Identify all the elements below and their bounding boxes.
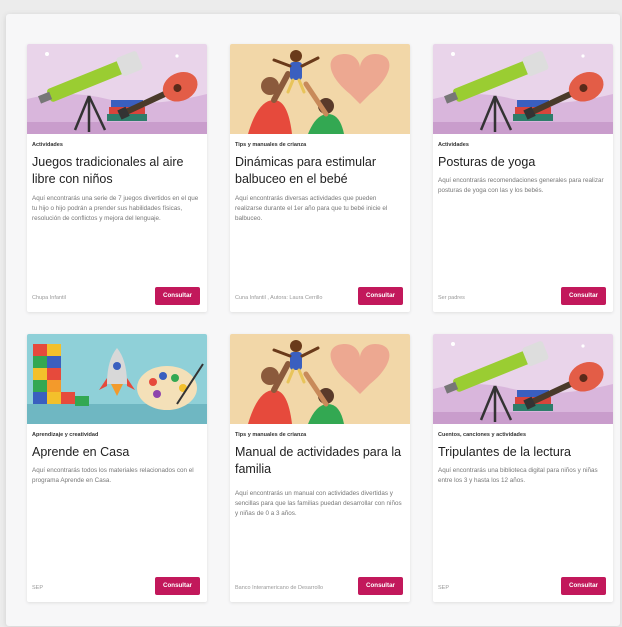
card-source: Banco Interamericano de Desarrollo xyxy=(235,585,324,591)
consult-button[interactable]: Consultar xyxy=(155,287,200,305)
resource-card: Actividades Posturas de yoga Aquí encont… xyxy=(433,44,613,312)
consult-button[interactable]: Consultar xyxy=(561,577,606,595)
card-category: Actividades xyxy=(438,142,469,148)
card-source: SEP xyxy=(438,585,450,591)
card-description: Aquí encontrarás diversas actividades qu… xyxy=(235,195,388,222)
card-source: Chupa Infantil xyxy=(32,295,66,301)
card-image-family xyxy=(230,334,410,424)
card-description: Aquí encontrarás recomendaciones general… xyxy=(438,177,604,194)
card-title[interactable]: Posturas de yoga xyxy=(438,154,610,171)
card-description: Aquí encontrarás todos los materiales re… xyxy=(32,467,194,484)
card-category: Tips y manuales de crianza xyxy=(235,432,307,438)
card-title[interactable]: Juegos tradicionales al aire libre con n… xyxy=(32,154,204,188)
card-category: Actividades xyxy=(32,142,63,148)
card-source: SEP xyxy=(32,585,44,591)
card-title[interactable]: Aprende en Casa xyxy=(32,444,204,461)
resource-card: Tips y manuales de crianza Manual de act… xyxy=(230,334,410,602)
card-image-telescope xyxy=(27,44,207,134)
resource-card: Actividades Juegos tradicionales al aire… xyxy=(27,44,207,312)
resource-card: Cuentos, canciones y actividades Tripula… xyxy=(433,334,613,602)
resource-card: Aprendizaje y creatividad Aprende en Cas… xyxy=(27,334,207,602)
card-image-telescope xyxy=(433,334,613,424)
consult-button[interactable]: Consultar xyxy=(561,287,606,305)
card-category: Aprendizaje y creatividad xyxy=(32,432,99,438)
card-image-blocks xyxy=(27,334,207,424)
resource-card: Tips y manuales de crianza Dinámicas par… xyxy=(230,44,410,312)
card-title[interactable]: Tripulantes de la lectura xyxy=(438,444,610,461)
consult-button[interactable]: Consultar xyxy=(358,577,403,595)
card-source: Cuna Infantil , Autora: Laura Cerrillo xyxy=(235,295,323,301)
card-image-family xyxy=(230,44,410,134)
card-description: Aquí encontrarás una serie de 7 juegos d… xyxy=(32,195,199,222)
card-description: Aquí encontrarás una biblioteca digital … xyxy=(438,467,598,484)
card-title[interactable]: Dinámicas para estimular balbuceo en el … xyxy=(235,154,407,188)
card-category: Tips y manuales de crianza xyxy=(235,142,307,148)
card-category: Cuentos, canciones y actividades xyxy=(438,432,527,438)
content-panel: Actividades Juegos tradicionales al aire… xyxy=(6,14,620,626)
card-description: Aquí encontrarás un manual con actividad… xyxy=(235,490,402,517)
card-source: Ser padres xyxy=(438,295,465,301)
card-image-telescope xyxy=(433,44,613,134)
consult-button[interactable]: Consultar xyxy=(155,577,200,595)
consult-button[interactable]: Consultar xyxy=(358,287,403,305)
card-title[interactable]: Manual de actividades para la familia xyxy=(235,444,407,478)
